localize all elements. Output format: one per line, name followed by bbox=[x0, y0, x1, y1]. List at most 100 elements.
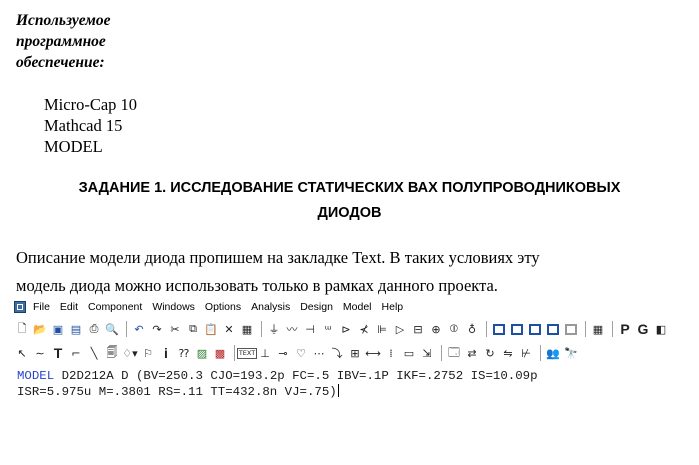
node-numbers-icon[interactable]: ⊥ bbox=[257, 344, 273, 362]
window-tile-icon[interactable] bbox=[545, 320, 561, 338]
properties-icon[interactable]: 🗔 bbox=[446, 344, 462, 362]
menu-windows[interactable]: Windows bbox=[152, 301, 195, 313]
window-vertical-icon[interactable] bbox=[509, 320, 525, 338]
window-minimize-icon[interactable] bbox=[563, 320, 579, 338]
menu-model[interactable]: Model bbox=[343, 301, 372, 313]
panel-icon[interactable]: ◧ bbox=[653, 320, 669, 338]
current-source-icon[interactable]: ⦶ bbox=[446, 320, 462, 338]
task-title-line: ЗАДАНИЕ 1. ИССЛЕДОВАНИЕ СТАТИЧЕСКИХ ВАХ … bbox=[78, 180, 621, 196]
flip-icon[interactable]: ⇋ bbox=[500, 344, 516, 362]
rotate-icon[interactable]: ↻ bbox=[482, 344, 498, 362]
grid-icon[interactable]: ⋯ bbox=[311, 344, 327, 362]
software-heading: Используемое программное обеспечение: bbox=[16, 10, 176, 73]
text-button-label: TEXT bbox=[236, 347, 258, 359]
delete-icon[interactable]: ✕ bbox=[221, 320, 237, 338]
help-icon[interactable]: ⁇ bbox=[176, 344, 192, 362]
capacitor-icon[interactable]: ⊣ bbox=[302, 320, 318, 338]
mirror-icon[interactable]: ⇄ bbox=[464, 344, 480, 362]
copy-icon[interactable]: ⧉ bbox=[185, 320, 201, 338]
print-preview-icon[interactable]: 🔍 bbox=[104, 320, 120, 338]
paragraph-line: модель диода можно использовать только в… bbox=[16, 276, 498, 295]
software-item-microcap: Micro-Cap 10 bbox=[44, 95, 138, 114]
binoculars-icon[interactable]: 🔭 bbox=[563, 344, 579, 362]
calculator-icon[interactable]: ▦ bbox=[590, 320, 606, 338]
select-arrow-icon[interactable]: ↖ bbox=[14, 344, 30, 362]
software-list: Micro-Cap 10 Mathcad 15 MODEL bbox=[44, 94, 137, 157]
task-title-line: ДИОДОВ bbox=[317, 205, 382, 221]
toolbar-separator bbox=[441, 345, 442, 361]
resistor-icon[interactable]: 〰 bbox=[284, 320, 300, 338]
software-item-model: MODEL bbox=[44, 137, 103, 156]
heading-line: обеспечение: bbox=[16, 54, 105, 71]
toolbar-separator bbox=[261, 321, 262, 337]
menu-file[interactable]: File bbox=[33, 301, 50, 313]
flag-icon[interactable]: ⚐ bbox=[140, 344, 156, 362]
redo-icon[interactable]: ↷ bbox=[149, 320, 165, 338]
menu-options[interactable]: Options bbox=[205, 301, 241, 313]
step-icon[interactable]: ⤵ bbox=[329, 344, 345, 362]
cut-icon[interactable]: ✂ bbox=[167, 320, 183, 338]
component-icon[interactable]: ▨ bbox=[194, 344, 210, 362]
cascade-icon[interactable] bbox=[527, 320, 543, 338]
toolbar-separator bbox=[234, 345, 235, 361]
source-icon[interactable]: ⊕ bbox=[428, 320, 444, 338]
app-menubar: File Edit Component Windows Options Anal… bbox=[14, 298, 699, 316]
heading-line: Используемое bbox=[16, 12, 111, 29]
menu-help[interactable]: Help bbox=[382, 301, 404, 313]
connect-icon[interactable]: ⟷ bbox=[365, 344, 381, 362]
save-icon[interactable]: ▣ bbox=[50, 320, 66, 338]
text-tool-icon[interactable]: T bbox=[50, 344, 66, 362]
save-all-icon[interactable]: ▤ bbox=[68, 320, 84, 338]
cursor-icon[interactable]: ⇲ bbox=[419, 344, 435, 362]
dotted-grid-icon[interactable]: ⁞ bbox=[383, 344, 399, 362]
find-icon[interactable]: ▦ bbox=[239, 320, 255, 338]
line-icon[interactable]: ╲ bbox=[86, 344, 102, 362]
heading-line: программное bbox=[16, 33, 106, 50]
model-keyword: MODEL bbox=[17, 369, 55, 383]
g-button[interactable]: G bbox=[635, 320, 651, 338]
model-line-2: ISR=5.975u M=.3801 RS=.11 TT=432.8n VJ=.… bbox=[17, 385, 337, 399]
pin-icon[interactable]: ⊸ bbox=[275, 344, 291, 362]
battery-icon[interactable]: ⊟ bbox=[410, 320, 426, 338]
window-icon[interactable]: ▭ bbox=[401, 344, 417, 362]
undo-icon[interactable]: ↶ bbox=[131, 320, 147, 338]
shapes-icon[interactable]: ♢▾ bbox=[122, 344, 138, 362]
window-horizontal-icon[interactable] bbox=[491, 320, 507, 338]
wire-icon[interactable]: ∼ bbox=[32, 344, 48, 362]
opamp-icon[interactable]: ▷ bbox=[392, 320, 408, 338]
zoom-icon[interactable]: ⊞ bbox=[347, 344, 363, 362]
diode-icon[interactable]: ⊳ bbox=[338, 320, 354, 338]
menu-component[interactable]: Component bbox=[88, 301, 142, 313]
mosfet-icon[interactable]: ⊫ bbox=[374, 320, 390, 338]
menu-analysis[interactable]: Analysis bbox=[251, 301, 290, 313]
text-button[interactable]: TEXT bbox=[236, 344, 258, 362]
open-folder-icon[interactable]: 📂 bbox=[32, 320, 48, 338]
text-caret bbox=[337, 384, 339, 397]
model-text-editor[interactable]: MODEL D2D212A D (BV=250.3 CJO=193.2p FC=… bbox=[17, 369, 699, 400]
toolbar-separator bbox=[612, 321, 613, 337]
paste-icon[interactable]: 📋 bbox=[203, 320, 219, 338]
toolbar-separator bbox=[540, 345, 541, 361]
probe-icon[interactable]: ♡ bbox=[293, 344, 309, 362]
attribute-icon[interactable]: ▩ bbox=[212, 344, 228, 362]
info-icon[interactable]: 🗐 bbox=[104, 344, 120, 362]
info-i-icon[interactable]: i bbox=[158, 344, 174, 362]
menu-edit[interactable]: Edit bbox=[60, 301, 78, 313]
p-button[interactable]: P bbox=[617, 320, 633, 338]
users-icon[interactable]: 👥 bbox=[545, 344, 561, 362]
toolbar-separator bbox=[126, 321, 127, 337]
align-icon[interactable]: ⊬ bbox=[518, 344, 534, 362]
model-line-1: D2D212A D (BV=250.3 CJO=193.2p FC=.5 IBV… bbox=[54, 369, 538, 383]
switch-icon[interactable]: ♁ bbox=[464, 320, 480, 338]
print-icon[interactable]: ⎙ bbox=[86, 320, 102, 338]
inductor-icon[interactable]: ᵚ bbox=[320, 320, 336, 338]
microcap-app-icon bbox=[14, 301, 26, 313]
bus-icon[interactable]: ⌐ bbox=[68, 344, 84, 362]
menu-design[interactable]: Design bbox=[300, 301, 333, 313]
new-file-icon[interactable]: 🗋 bbox=[14, 320, 30, 338]
software-item-mathcad: Mathcad 15 bbox=[44, 116, 123, 135]
toolbar-separator bbox=[486, 321, 487, 337]
toolbar-main: 🗋 📂 ▣ ▤ ⎙ 🔍 ↶ ↷ ✂ ⧉ 📋 ✕ ▦ ⏚ 〰 ⊣ ᵚ ⊳ ⊀ ⊫ … bbox=[14, 318, 699, 340]
transistor-icon[interactable]: ⊀ bbox=[356, 320, 372, 338]
ground-icon[interactable]: ⏚ bbox=[266, 320, 282, 338]
